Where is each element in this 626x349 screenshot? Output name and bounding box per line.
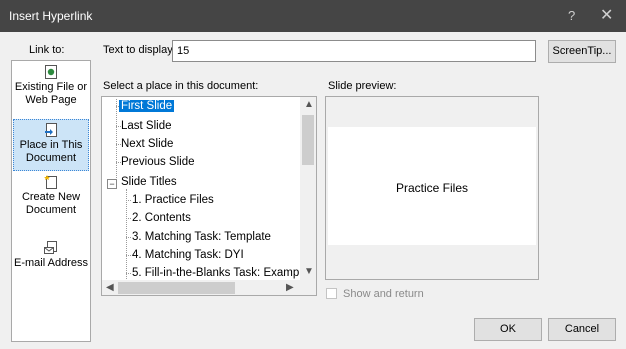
- tree-item-slide[interactable]: 3. Matching Task: Template: [132, 229, 271, 245]
- web-page-icon: [45, 65, 57, 79]
- screentip-button[interactable]: ScreenTip...: [548, 40, 616, 63]
- title-bar: Insert Hyperlink ? ✕: [0, 0, 626, 32]
- sidebar-item-label: Existing File or Web Page: [14, 81, 88, 106]
- sidebar-item-create-new[interactable]: Create New Document: [13, 175, 89, 217]
- insert-hyperlink-dialog: Insert Hyperlink ? ✕ Link to: Existing F…: [0, 0, 626, 349]
- sidebar-item-label: Place in This Document: [19, 139, 83, 164]
- sidebar-item-email[interactable]: E-mail Address: [13, 241, 89, 270]
- sidebar-item-label: E-mail Address: [14, 257, 88, 269]
- collapse-expander-icon[interactable]: −: [107, 179, 117, 189]
- vertical-scroll-thumb[interactable]: [302, 115, 314, 165]
- document-place-icon: [45, 123, 57, 137]
- preview-slide-thumbnail: Practice Files: [328, 127, 536, 245]
- preview-slide-title: Practice Files: [395, 181, 469, 195]
- horizontal-scrollbar[interactable]: ◀ ▶: [102, 280, 300, 295]
- scroll-down-icon[interactable]: ▼: [304, 266, 314, 277]
- tree-item-next-slide[interactable]: Next Slide: [121, 136, 173, 152]
- sidebar-item-place-in-document[interactable]: Place in This Document: [13, 119, 89, 171]
- vertical-scrollbar[interactable]: ▲ ▼: [300, 97, 316, 280]
- help-button[interactable]: ?: [568, 8, 575, 23]
- dialog-title: Insert Hyperlink: [9, 9, 93, 23]
- place-in-document-label: Select a place in this document:: [103, 80, 259, 92]
- tree-item-slide[interactable]: 5. Fill-in-the-Blanks Task: Examp: [132, 265, 299, 281]
- place-tree: First Slide Last Slide Next Slide Previo…: [101, 96, 317, 296]
- tree-item-slide[interactable]: 1. Practice Files: [132, 192, 214, 208]
- tree-item-last-slide[interactable]: Last Slide: [121, 118, 172, 134]
- scroll-right-icon[interactable]: ▶: [286, 282, 294, 293]
- tree-item-slide[interactable]: 4. Matching Task: DYI: [132, 247, 244, 263]
- tree-item-first-slide[interactable]: First Slide: [119, 98, 175, 114]
- tree-item-slide[interactable]: 2. Contents: [132, 210, 191, 226]
- scrollbar-corner: [300, 280, 316, 295]
- sidebar-item-label: Create New Document: [21, 191, 81, 216]
- tree-item-slide-titles[interactable]: Slide Titles: [121, 174, 177, 190]
- link-to-sidebar: Existing File or Web Page Place in This …: [11, 60, 91, 342]
- cancel-button[interactable]: Cancel: [548, 318, 616, 341]
- horizontal-scroll-thumb[interactable]: [118, 282, 235, 294]
- ok-button[interactable]: OK: [474, 318, 542, 341]
- show-and-return-checkbox[interactable]: [326, 288, 337, 299]
- slide-preview: Practice Files: [325, 96, 539, 280]
- email-icon: [44, 241, 57, 254]
- scroll-up-icon[interactable]: ▲: [304, 99, 314, 110]
- scroll-left-icon[interactable]: ◀: [106, 282, 114, 293]
- link-to-label: Link to:: [29, 44, 65, 56]
- text-to-display-input[interactable]: [172, 40, 536, 62]
- close-button[interactable]: ✕: [600, 5, 613, 25]
- show-and-return-label: Show and return: [343, 288, 424, 300]
- tree-item-previous-slide[interactable]: Previous Slide: [121, 154, 195, 170]
- slide-preview-label: Slide preview:: [328, 80, 397, 92]
- text-to-display-label: Text to display:: [103, 44, 176, 56]
- new-document-icon: [44, 175, 57, 189]
- sidebar-item-existing-file[interactable]: Existing File or Web Page: [13, 65, 89, 107]
